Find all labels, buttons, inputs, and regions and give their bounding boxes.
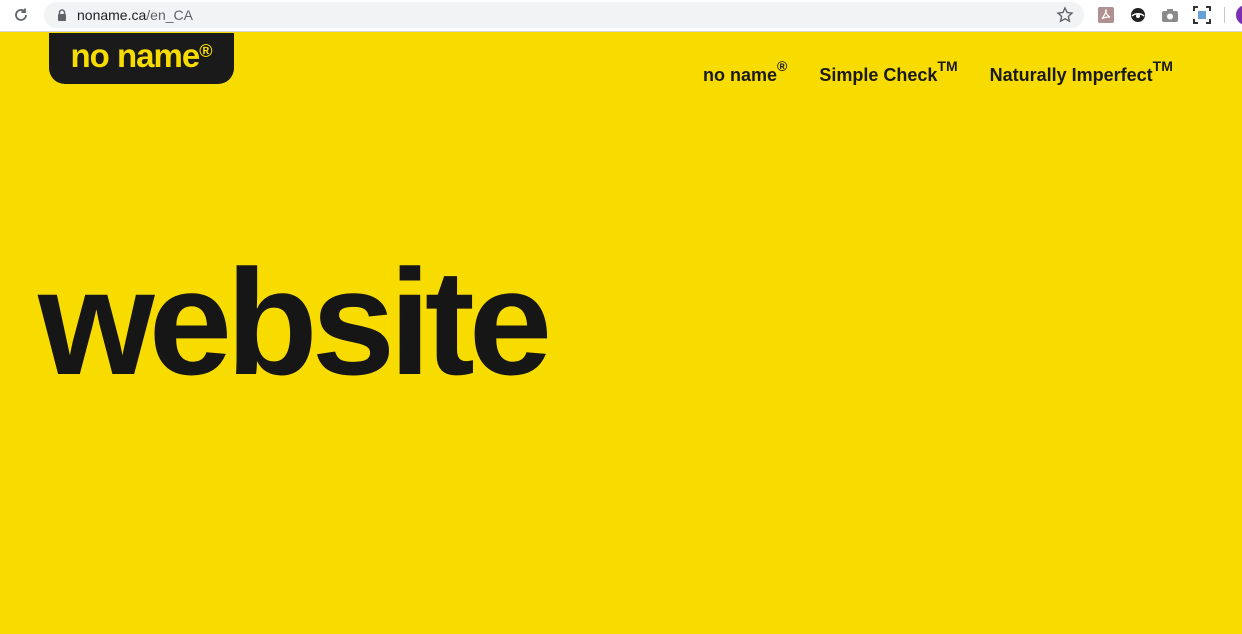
nav-link-no-name[interactable]: no name® [703, 58, 788, 86]
nav-mark: ® [777, 58, 788, 74]
url-host: noname.ca [77, 7, 147, 23]
lock-icon [56, 8, 68, 22]
logo-text: no name® [71, 37, 213, 75]
browser-toolbar: noname.ca/en_CA [0, 0, 1242, 32]
toolbar-separator [1224, 7, 1225, 23]
profile-avatar[interactable] [1236, 5, 1242, 25]
nav-label: no name [703, 65, 778, 85]
nav-mark: TM [937, 58, 958, 74]
url-text: noname.ca/en_CA [77, 7, 193, 23]
url-path: /en_CA [146, 7, 193, 23]
nav-link-simple-check[interactable]: Simple CheckTM [819, 58, 958, 86]
hero-heading: website [38, 238, 552, 406]
brand-logo[interactable]: no name® [49, 33, 234, 84]
main-nav: no name® Simple CheckTM Naturally Imperf… [703, 58, 1173, 91]
logo-wordmark: no name [70, 36, 201, 74]
nav-mark: TM [1152, 58, 1173, 74]
address-bar[interactable]: noname.ca/en_CA [44, 2, 1084, 28]
camera-extension-icon[interactable] [1161, 6, 1179, 24]
nav-link-naturally-imperfect[interactable]: Naturally ImperfectTM [989, 58, 1173, 86]
reload-icon[interactable] [12, 6, 30, 24]
eye-extension-icon[interactable] [1129, 6, 1147, 24]
logo-registered-mark: ® [199, 40, 213, 61]
nav-label: Simple Check [819, 65, 938, 85]
star-icon[interactable] [1056, 6, 1074, 24]
screenshot-extension-icon[interactable] [1193, 6, 1211, 24]
page-content: no name® no name® Simple CheckTM Natural… [0, 33, 1242, 634]
pdf-extension-icon[interactable] [1097, 6, 1115, 24]
nav-label: Naturally Imperfect [989, 65, 1153, 85]
